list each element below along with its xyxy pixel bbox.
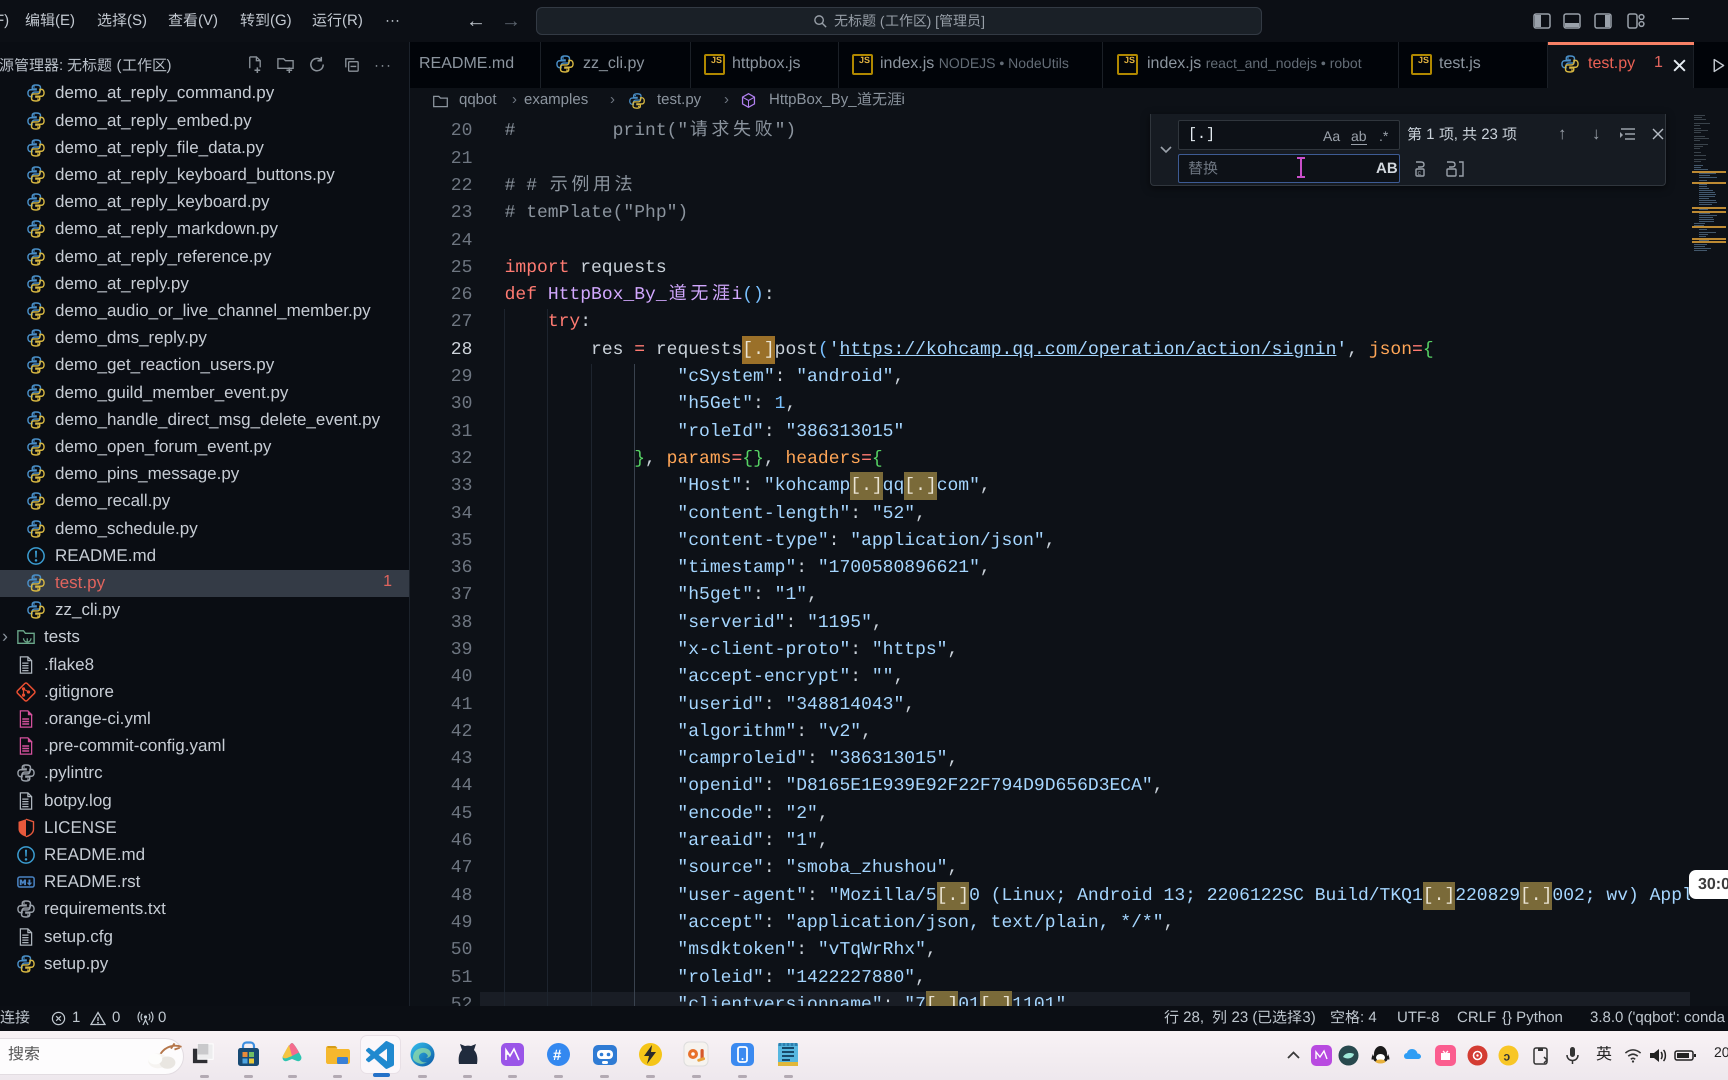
svg-text:ɔ: ɔ: [1504, 1050, 1511, 1064]
svg-text:c: c: [1418, 170, 1422, 177]
svg-text:#: #: [553, 1047, 562, 1064]
